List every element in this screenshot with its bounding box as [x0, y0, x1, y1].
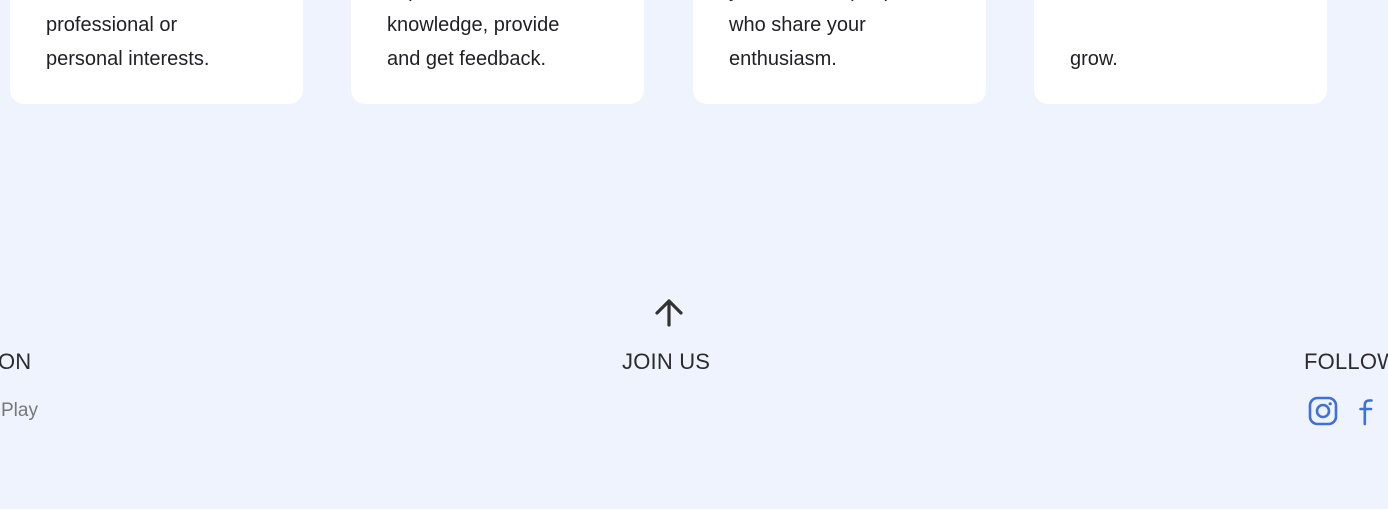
feature-card-text: with similar professional or personal in…: [46, 0, 210, 70]
instagram-link[interactable]: [1308, 396, 1338, 426]
feature-card-text: you love with people who share your enth…: [729, 0, 910, 70]
scroll-to-top-button[interactable]: [652, 294, 686, 330]
feature-card-text: grow.: [1070, 48, 1118, 70]
footer-heading-left: ON: [0, 349, 32, 374]
join-us-heading: JOIN US: [622, 349, 711, 374]
feature-card: with similar professional or personal in…: [10, 0, 303, 104]
feature-card: you love with people who share your enth…: [693, 0, 986, 104]
feature-card: experiences and knowledge, provide and g…: [351, 0, 644, 104]
follow-heading: FOLLOW: [1304, 349, 1388, 374]
feature-card: grow.: [1034, 0, 1327, 104]
instagram-icon: [1308, 396, 1338, 426]
arrow-up-icon: [655, 299, 683, 327]
facebook-icon: [1359, 399, 1373, 426]
page: with similar professional or personal in…: [0, 0, 1388, 509]
footer-link-play[interactable]: Play: [1, 400, 38, 422]
facebook-link[interactable]: [1353, 396, 1383, 426]
feature-card-text: experiences and knowledge, provide and g…: [387, 0, 560, 70]
